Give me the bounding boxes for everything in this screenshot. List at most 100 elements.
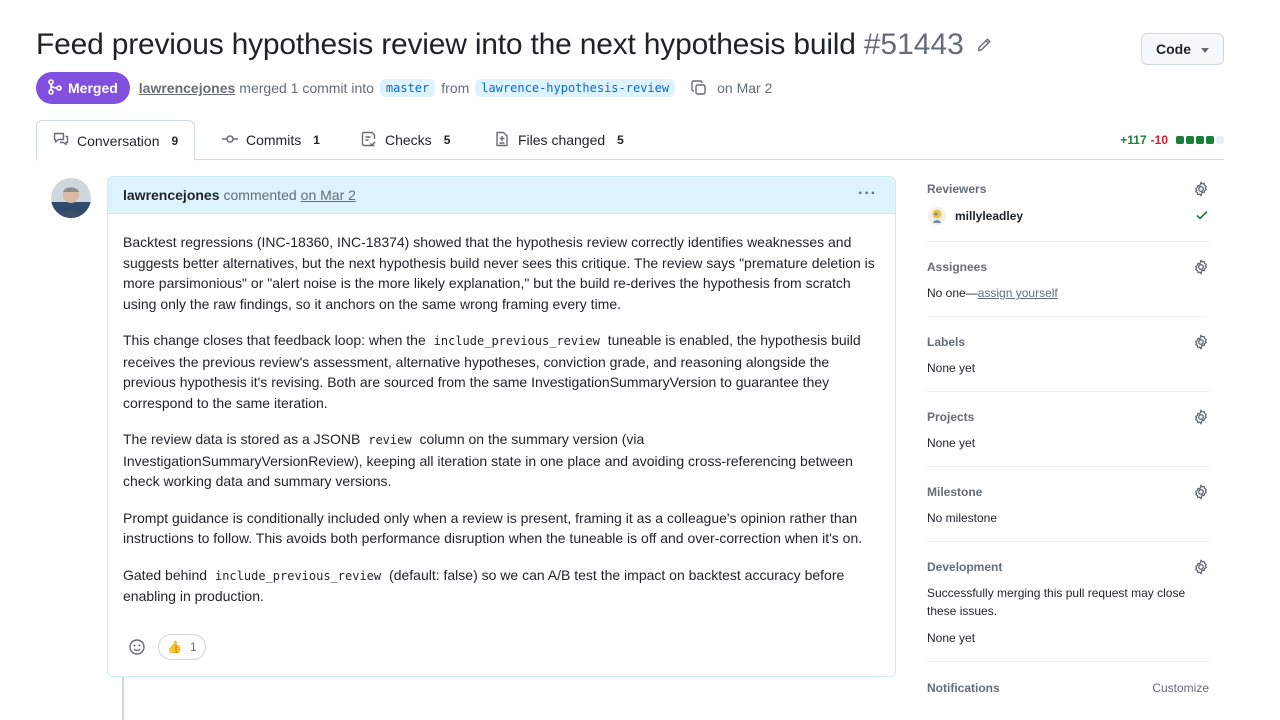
sidebar-projects: Projects None yet — [927, 408, 1209, 452]
diffstat-block — [1186, 136, 1194, 144]
comment-box: lawrencejones commented on Mar 2 ··· Bac… — [107, 176, 896, 677]
comment-author-link[interactable]: lawrencejones — [123, 187, 220, 203]
pr-number: #51443 — [863, 28, 964, 61]
comment-paragraph: This change closes that feedback loop: w… — [123, 330, 880, 413]
labels-value: None yet — [927, 361, 976, 375]
smiley-icon[interactable] — [126, 636, 148, 658]
diffstat-block — [1216, 136, 1224, 144]
tab-conversation-count: 9 — [171, 133, 179, 148]
sidebar-assignees-title: Assignees — [927, 260, 988, 274]
tab-commits[interactable]: Commits 1 — [222, 120, 320, 160]
reaction-count: 1 — [189, 640, 197, 654]
git-commit-icon — [222, 131, 238, 150]
gear-icon[interactable] — [1193, 259, 1209, 275]
comment-body: Backtest regressions (INC-18360, INC-183… — [108, 214, 895, 607]
reviewer-item[interactable]: millyleadley — [927, 206, 1209, 226]
projects-value: None yet — [927, 436, 976, 450]
paragraph-text: This change closes that feedback loop: w… — [123, 332, 426, 348]
tab-commits-count: 1 — [313, 133, 320, 147]
pr-title: Feed previous hypothesis review into the… — [36, 28, 856, 61]
sidebar-milestone: Milestone No milestone — [927, 483, 1209, 527]
tab-conversation[interactable]: Conversation 9 — [36, 120, 196, 161]
reviewer-name: millyleadley — [955, 209, 1024, 223]
base-branch-tag[interactable]: master — [379, 79, 436, 97]
sidebar-projects-title: Projects — [927, 410, 975, 424]
merge-date: on Mar 2 — [717, 80, 773, 96]
tab-checks-count: 5 — [443, 133, 451, 147]
sidebar-labels: Labels None yet — [927, 333, 1209, 377]
comment-action-text: commented — [223, 187, 297, 203]
comment-discussion-icon — [53, 131, 69, 150]
sidebar-milestone-header: Milestone — [927, 483, 1209, 501]
comment-paragraph: Backtest regressions (INC-18360, INC-183… — [123, 234, 875, 312]
gear-icon[interactable] — [1193, 409, 1209, 425]
sidebar-divider — [927, 391, 1209, 392]
tab-files-changed-count: 5 — [617, 133, 624, 147]
sidebar-divider — [927, 466, 1209, 467]
milestone-value: No milestone — [927, 511, 998, 525]
diffstat-deletions: -10 — [1150, 133, 1168, 147]
gear-icon[interactable] — [1193, 484, 1209, 500]
comment-paragraph: Prompt guidance is conditionally include… — [123, 509, 863, 547]
code-button[interactable]: Code — [1141, 33, 1224, 65]
pr-tabs: Conversation 9 Commits 1 Checks 5 Files … — [36, 120, 1224, 161]
sidebar-reviewers-title: Reviewers — [927, 182, 987, 196]
development-value: None yet — [927, 631, 976, 645]
sidebar-notifications-header: Notifications Customize — [927, 679, 1209, 697]
file-diff-icon — [494, 131, 510, 150]
tab-commits-label: Commits — [246, 132, 302, 148]
diffstat-block — [1206, 136, 1214, 144]
merge-action-text: merged 1 commit into — [239, 80, 374, 96]
diffstat-blocks — [1176, 136, 1224, 144]
triangle-down-icon — [1201, 41, 1209, 57]
assignees-none-text: No one— — [927, 286, 978, 300]
sidebar-reviewers-header: Reviewers — [927, 180, 1209, 198]
pencil-icon[interactable] — [976, 37, 992, 53]
kebab-horizontal-icon[interactable]: ··· — [858, 185, 877, 203]
author-avatar[interactable] — [51, 178, 91, 218]
sidebar-projects-header: Projects — [927, 408, 1209, 426]
sidebar-development-title: Development — [927, 560, 1003, 574]
check-icon — [1195, 208, 1209, 225]
inline-code: include_previous_review — [214, 568, 382, 583]
diffstat-block — [1196, 136, 1204, 144]
sidebar-milestone-title: Milestone — [927, 485, 983, 499]
sidebar-assignees: Assignees No one—assign yourself — [927, 258, 1209, 302]
sidebar-reviewers: Reviewers millyleadley — [927, 180, 1209, 226]
tab-checks[interactable]: Checks 5 — [361, 120, 450, 160]
sidebar-development-header: Development — [927, 558, 1209, 576]
head-branch-tag[interactable]: lawrence-hypothesis-review — [475, 79, 676, 97]
gear-icon[interactable] — [1193, 334, 1209, 350]
pr-title-row: Feed previous hypothesis review into the… — [36, 28, 992, 62]
inline-code: review — [368, 433, 412, 447]
gear-icon[interactable] — [1193, 559, 1209, 575]
reviewer-avatar — [927, 206, 947, 226]
diffstat: +117 -10 — [1120, 133, 1224, 147]
diffstat-block — [1176, 136, 1184, 144]
tab-checks-label: Checks — [385, 132, 432, 148]
pr-meta-row: Merged lawrencejones merged 1 commit int… — [36, 72, 772, 104]
sidebar-development: Development Successfully merging this pu… — [927, 558, 1209, 647]
tab-files-changed[interactable]: Files changed 5 — [494, 120, 624, 160]
merged-status-badge: Merged — [36, 72, 130, 104]
sidebar-notifications: Notifications Customize — [927, 679, 1209, 697]
comment-header: lawrencejones commented on Mar 2 ··· — [108, 177, 895, 214]
sidebar-labels-title: Labels — [927, 335, 966, 349]
thumbs-up-reaction[interactable]: 👍 1 — [158, 634, 206, 660]
inline-code: include_previous_review — [433, 334, 600, 348]
gear-icon[interactable] — [1193, 181, 1209, 197]
sidebar-labels-header: Labels — [927, 333, 1209, 351]
merger-username-link[interactable]: lawrencejones — [139, 80, 236, 96]
paragraph-text: Gated behind — [123, 566, 208, 583]
development-description: Successfully merging this pull request m… — [927, 586, 1186, 618]
assign-yourself-link[interactable]: assign yourself — [978, 286, 1058, 300]
tab-files-changed-label: Files changed — [518, 132, 606, 148]
copy-icon[interactable] — [691, 80, 707, 96]
notifications-customize-link[interactable]: Customize — [1152, 681, 1209, 695]
merged-status-label: Merged — [68, 80, 118, 96]
git-merge-icon — [48, 78, 62, 98]
sidebar-divider — [927, 661, 1209, 662]
sidebar-divider — [927, 316, 1209, 317]
from-text: from — [441, 80, 470, 96]
comment-date-link[interactable]: on Mar 2 — [301, 187, 356, 203]
